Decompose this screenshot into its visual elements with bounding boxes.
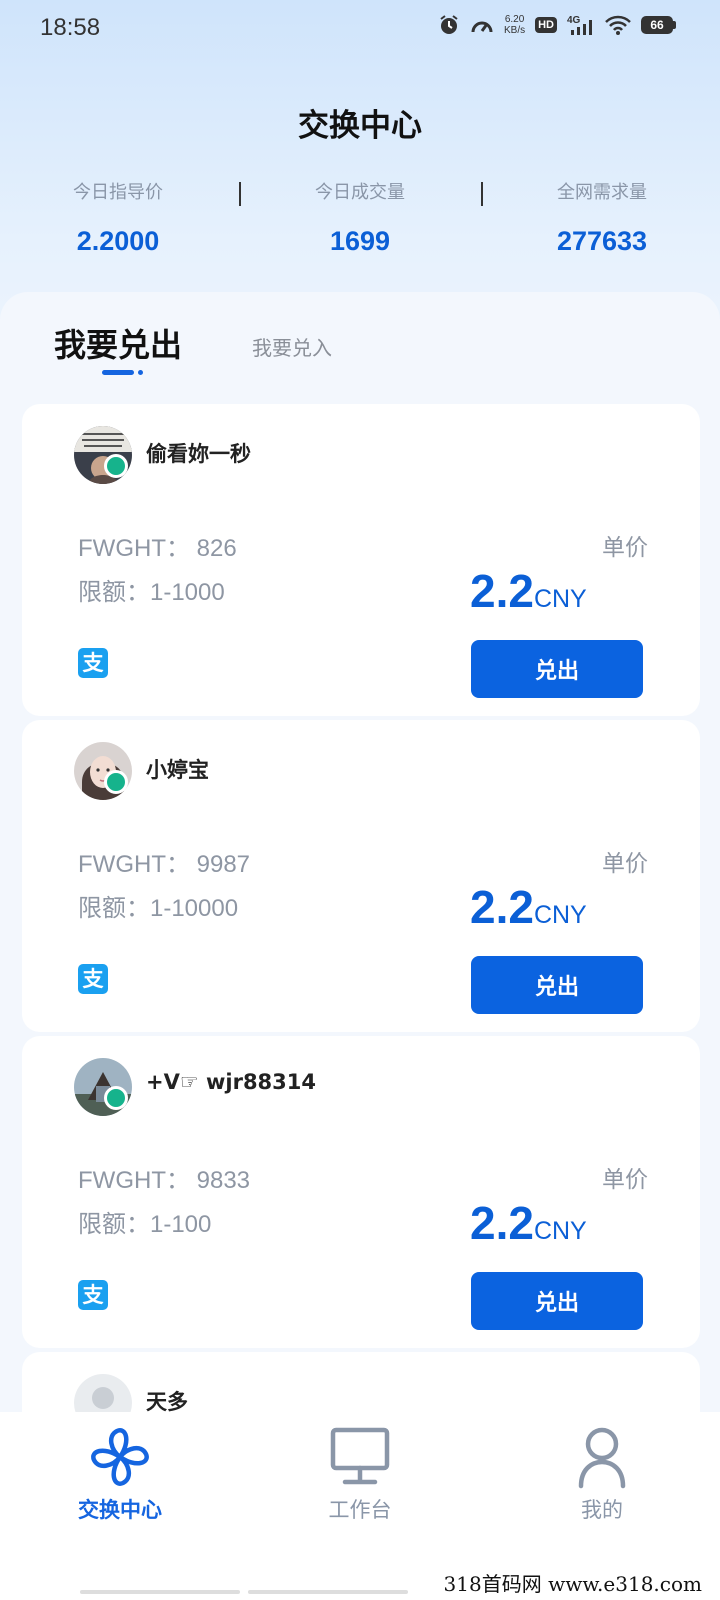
stat-value: 277633	[556, 226, 648, 256]
unit-price-label: 单价	[602, 535, 648, 561]
listing-card[interactable]: 小婷宝 FWGHT： 9987 限额：1-10000 单价 2.2CNY 支 兑…	[22, 720, 700, 1032]
stat-divider	[481, 182, 483, 206]
nav-label: 我的	[581, 1498, 623, 1522]
sell-button[interactable]: 兑出	[471, 640, 643, 698]
tab-indicator	[102, 370, 134, 375]
battery-icon: 66	[641, 16, 676, 34]
status-time: 18:58	[40, 14, 101, 41]
tab-buy-in[interactable]: 我要兑入	[252, 332, 332, 361]
limit: 限额：1-1000	[78, 579, 225, 606]
stat-demand: 全网需求量 277633	[492, 178, 712, 257]
username: 天多	[146, 1390, 188, 1412]
username: 偷看妳一秒	[146, 442, 251, 466]
nav-label: 工作台	[328, 1498, 392, 1522]
listing-panel: 我要兑出 我要兑入 偷看妳一秒 FWGHT： 826 限额：1-1000 单价 …	[0, 292, 720, 1412]
nav-workbench[interactable]: 工作台	[290, 1424, 430, 1524]
nav-mine[interactable]: 我的	[532, 1424, 672, 1524]
unit-price-label: 单价	[602, 851, 648, 877]
listing-card[interactable]: 天多	[22, 1352, 700, 1412]
tab-indicator-dot	[138, 370, 143, 375]
speedometer-icon	[471, 21, 493, 33]
online-status-dot	[104, 770, 128, 794]
pinwheel-icon	[91, 1428, 149, 1486]
status-bar: 18:58 6.20 KB/s HD 4G 66	[0, 0, 720, 56]
network-type: 4G	[567, 15, 581, 26]
stat-label: 今日成交量	[315, 182, 405, 203]
stat-value: 2.2000	[76, 226, 160, 256]
stat-label: 全网需求量	[557, 182, 647, 203]
monitor-icon	[330, 1427, 390, 1485]
stat-guide-price: 今日指导价 2.2000	[8, 178, 228, 257]
stat-divider	[239, 182, 241, 206]
user-icon	[578, 1427, 626, 1489]
price-value: 2.2	[470, 1197, 534, 1249]
listing-card[interactable]: +V☞ wjr88314 FWGHT： 9833 限额：1-100 单价 2.2…	[22, 1036, 700, 1348]
signal-icon: 4G	[567, 15, 592, 35]
home-indicator	[248, 1590, 408, 1594]
alipay-icon: 支	[78, 648, 108, 678]
username: 小婷宝	[146, 758, 209, 782]
alipay-icon: 支	[78, 1280, 108, 1310]
price-value: 2.2	[470, 881, 534, 933]
page-title: 交换中心	[298, 108, 422, 144]
username: +V☞ wjr88314	[146, 1070, 316, 1094]
battery-level: 66	[641, 16, 673, 34]
tab-sell-out[interactable]: 我要兑出	[54, 320, 182, 366]
price: 2.2CNY	[470, 1196, 587, 1250]
wifi-icon	[605, 15, 631, 35]
online-status-dot	[104, 454, 128, 478]
stat-volume: 今日成交量 1699	[250, 178, 470, 257]
net-speed: 6.20 KB/s	[503, 14, 526, 36]
amount: FWGHT： 9987	[78, 851, 251, 878]
online-status-dot	[104, 1086, 128, 1110]
price-value: 2.2	[470, 565, 534, 617]
limit: 限额：1-10000	[78, 895, 239, 922]
status-icons: 6.20 KB/s HD 4G 66	[438, 14, 676, 36]
nav-exchange-center[interactable]: 交换中心	[50, 1424, 190, 1524]
price-currency: CNY	[533, 1217, 587, 1245]
amount: FWGHT： 826	[78, 535, 237, 562]
alarm-icon	[440, 15, 458, 34]
unit-price-label: 单价	[602, 1167, 648, 1193]
home-indicator	[80, 1590, 240, 1594]
price-currency: CNY	[533, 901, 587, 929]
stat-value: 1699	[329, 226, 391, 256]
limit: 限额：1-100	[78, 1211, 212, 1238]
avatar	[74, 1374, 132, 1412]
sell-button[interactable]: 兑出	[471, 1272, 643, 1330]
price: 2.2CNY	[470, 564, 587, 618]
watermark: 318首码网 www.e318.com	[443, 1572, 702, 1596]
alipay-icon: 支	[78, 964, 108, 994]
nav-label: 交换中心	[78, 1498, 162, 1522]
price-currency: CNY	[533, 585, 587, 613]
amount: FWGHT： 9833	[78, 1167, 251, 1194]
hd-badge: HD	[535, 17, 557, 33]
price: 2.2CNY	[470, 880, 587, 934]
stat-label: 今日指导价	[73, 182, 163, 203]
listing-card[interactable]: 偷看妳一秒 FWGHT： 826 限额：1-1000 单价 2.2CNY 支 兑…	[22, 404, 700, 716]
stats-row: 今日指导价 2.2000 今日成交量 1699 全网需求量 277633	[0, 178, 720, 268]
sell-button[interactable]: 兑出	[471, 956, 643, 1014]
